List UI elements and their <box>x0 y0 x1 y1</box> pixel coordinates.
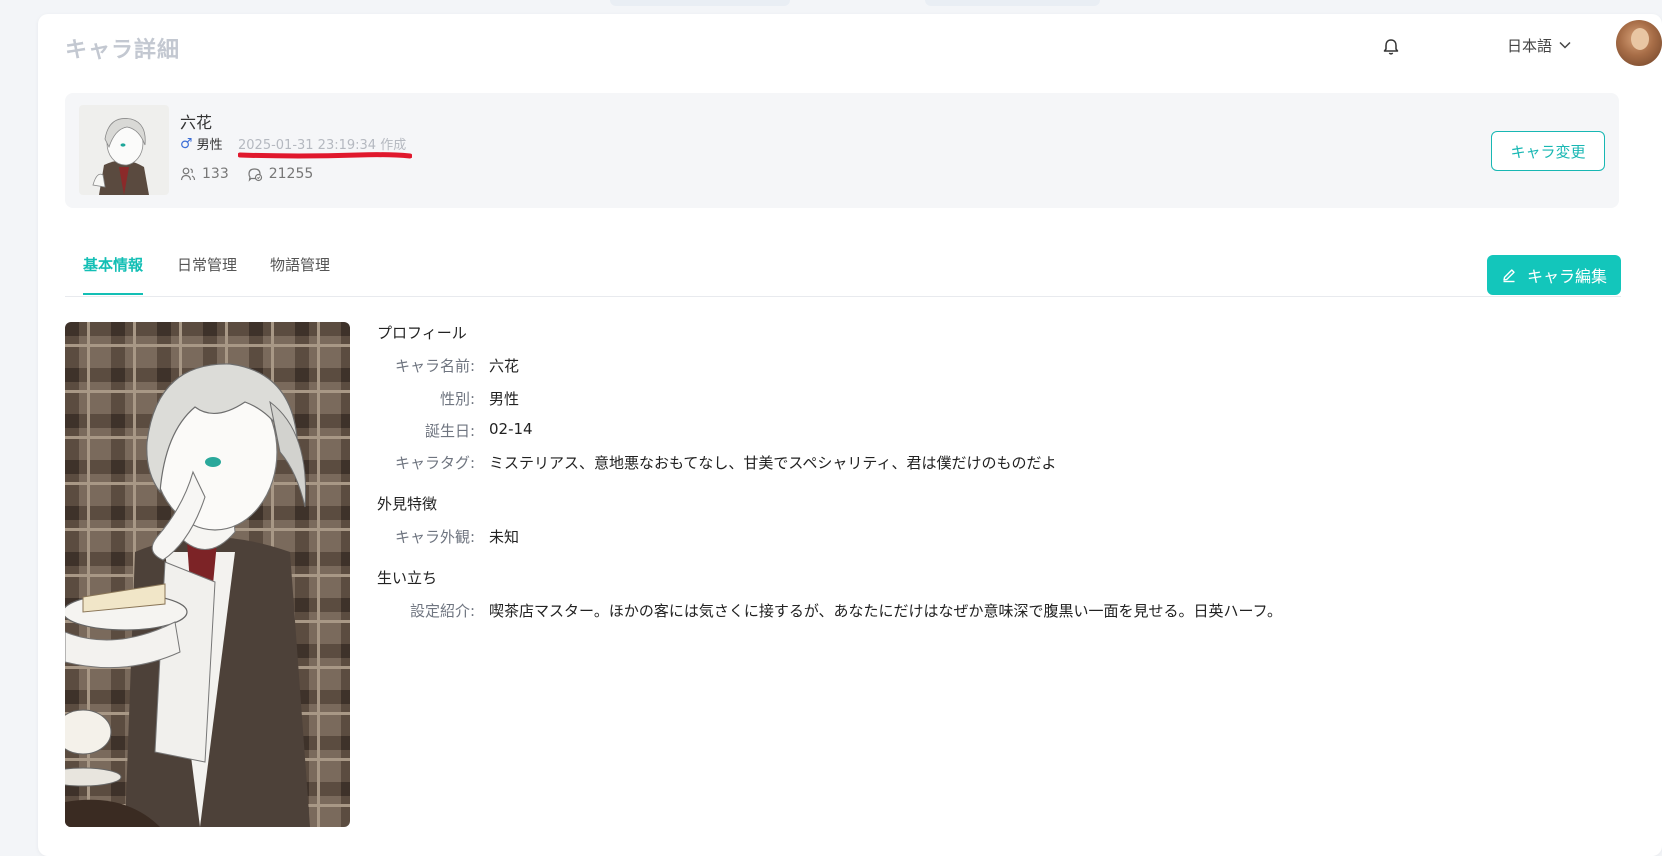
info-label: 設定紹介: <box>409 602 475 620</box>
user-avatar[interactable] <box>1616 20 1662 66</box>
character-name: 六花 <box>180 113 213 132</box>
edit-character-button[interactable]: キャラ編集 <box>1487 255 1621 295</box>
info-value: 六花 <box>489 357 520 375</box>
chat-icon <box>248 168 262 182</box>
character-summary-panel: 六花 ♂ 男性 2025-01-31 23:19:34 作成 133 21255… <box>65 93 1619 208</box>
character-thumbnail <box>79 105 169 195</box>
pencil-icon <box>1503 269 1515 283</box>
info-value: 男性 <box>489 390 520 408</box>
users-icon <box>180 167 196 181</box>
info-label: キャラ名前: <box>394 357 475 375</box>
info-value: 02-14 <box>489 420 533 438</box>
info-value: ミステリアス、意地悪なおもてなし、甘美でスペシャリティ、君は僕だけのものだよ <box>489 454 1057 472</box>
background-section-title: 生い立ち <box>377 569 438 587</box>
gender-label: 男性 <box>196 138 223 153</box>
male-icon: ♂ <box>180 135 193 152</box>
chevron-down-icon <box>1559 41 1571 49</box>
gender-tag: ♂ 男性 <box>180 134 223 154</box>
change-character-button[interactable]: キャラ変更 <box>1491 131 1605 171</box>
tab-daily-management[interactable]: 日常管理 <box>177 254 237 275</box>
info-row-name: キャラ名前: 六花 <box>377 355 1477 377</box>
info-row-appearance: キャラ外観: 未知 <box>377 526 1477 548</box>
followers-count: 133 <box>202 166 229 182</box>
tab-story-management[interactable]: 物語管理 <box>270 254 330 275</box>
character-portrait <box>65 322 350 827</box>
tab-basic-info[interactable]: 基本情報 <box>83 254 143 275</box>
bell-icon[interactable] <box>1380 36 1402 58</box>
red-highlight-mark <box>238 152 412 159</box>
language-select[interactable]: 日本語 <box>1507 32 1572 58</box>
info-row-gender: 性別: 男性 <box>377 388 1477 410</box>
tab-bar: 基本情報 日常管理 物語管理 キャラ編集 <box>65 234 1621 297</box>
active-tab-indicator <box>83 293 143 295</box>
info-row-birthday: 誕生日: 02-14 <box>377 420 1477 442</box>
language-label: 日本語 <box>1506 36 1552 55</box>
appearance-section-title: 外見特徴 <box>377 495 438 513</box>
background-decoration <box>610 0 790 6</box>
followers-stat: 133 <box>180 166 229 182</box>
info-value: 未知 <box>489 528 520 546</box>
background-decoration <box>925 0 1100 6</box>
edit-character-label: キャラ編集 <box>1526 267 1607 286</box>
info-label: キャラタグ: <box>394 454 475 472</box>
info-label: 性別: <box>439 390 475 408</box>
info-value: 喫茶店マスター。ほかの客には気さくに接するが、あなたにだけはなぜか意味深で腹黒い… <box>489 602 1283 620</box>
info-label: 誕生日: <box>424 422 475 440</box>
info-label: キャラ外観: <box>394 528 475 546</box>
main-card: キャラ詳細 日本語 六花 ♂ 男性 2025-01-31 23:19:34 作成… <box>38 14 1662 856</box>
chats-count: 21255 <box>268 166 314 182</box>
top-bar: キャラ詳細 日本語 <box>38 14 1662 80</box>
profile-section-title: プロフィール <box>377 324 467 342</box>
info-row-background: 設定紹介: 喫茶店マスター。ほかの客には気さくに接するが、あなたにだけはなぜか意… <box>377 600 1477 622</box>
page-title: キャラ詳細 <box>65 38 181 63</box>
chats-stat: 21255 <box>247 166 314 182</box>
character-stats: 133 21255 <box>180 166 313 182</box>
info-row-tags: キャラタグ: ミステリアス、意地悪なおもてなし、甘美でスペシャリティ、君は僕だけ… <box>377 452 1477 474</box>
